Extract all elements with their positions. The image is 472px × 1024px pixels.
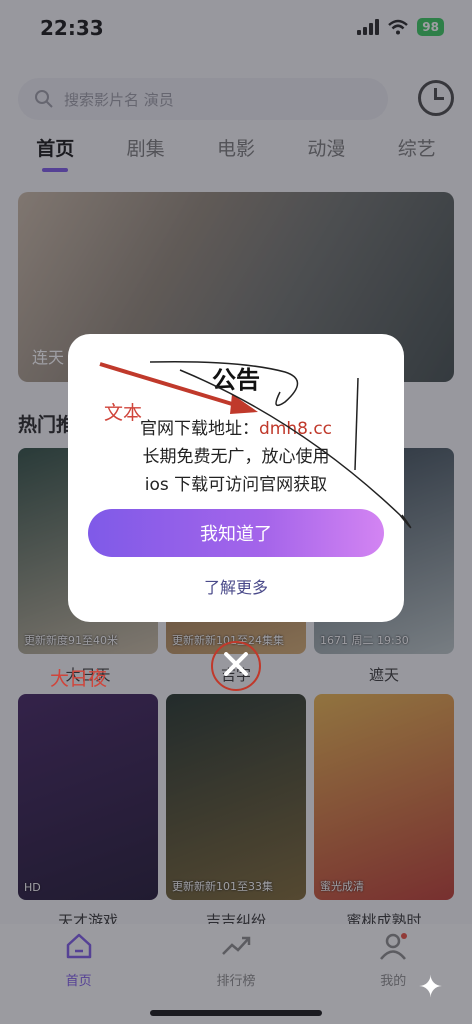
learn-more-link[interactable]: 了解更多 xyxy=(68,574,404,598)
announcement-dialog: 公告 官网下载地址：dmh8.cc 长期免费无广，放心使用 ios 下载可访问官… xyxy=(68,334,404,622)
annotation-bottom-label: 大日夜 xyxy=(50,668,108,690)
acknowledge-button[interactable]: 我知道了 xyxy=(88,509,384,557)
dialog-title: 公告 xyxy=(212,366,260,394)
close-icon[interactable] xyxy=(218,646,254,682)
ios-notice-line: ios 下载可访问官网获取 xyxy=(144,475,328,495)
free-notice-line: 长期免费无广，放心使用 xyxy=(142,447,330,467)
sparkle-icon: ✦ xyxy=(418,970,444,1005)
download-address-label: 官网下载地址： xyxy=(139,419,259,439)
download-address-link[interactable]: dmh8.cc xyxy=(259,419,332,439)
annotation-text-label: 文本 xyxy=(104,402,143,424)
